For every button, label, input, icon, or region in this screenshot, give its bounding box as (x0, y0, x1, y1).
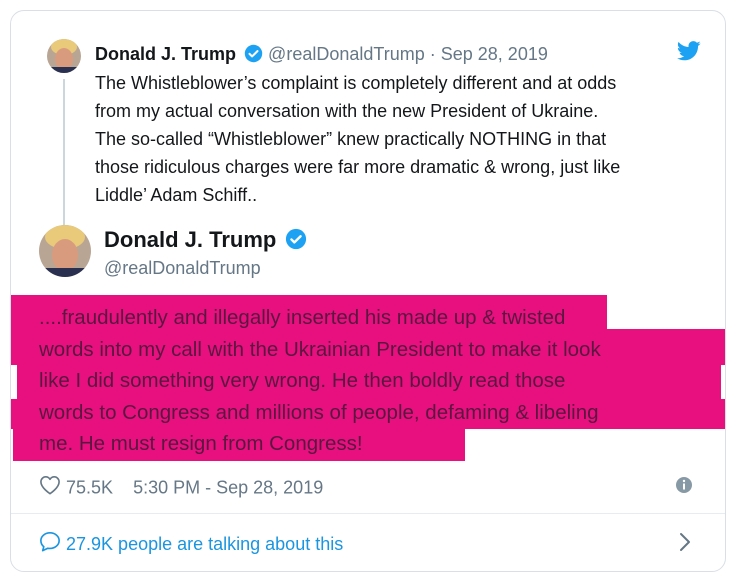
twitter-bird-icon[interactable] (676, 41, 701, 66)
body-line: words into my call with the Ukrainian Pr… (39, 337, 601, 361)
parent-header: Donald J. Trump @realDonaldTrump · Sep 2… (95, 43, 548, 68)
body-line: words to Congress and millions of people… (39, 400, 599, 424)
main-author-name[interactable]: Donald J. Trump (104, 227, 307, 256)
parent-avatar[interactable] (47, 39, 81, 73)
parent-line: The so-called “Whistleblower” knew pract… (95, 129, 607, 149)
divider (11, 513, 725, 514)
comment-bubble-icon (39, 532, 66, 556)
main-author-handle[interactable]: @realDonaldTrump (104, 257, 261, 279)
verified-badge-icon (285, 228, 307, 256)
verified-badge-icon (244, 44, 263, 68)
separator-dot: · (429, 44, 436, 64)
parent-date[interactable]: Sep 28, 2019 (441, 44, 548, 64)
main-avatar[interactable] (39, 225, 91, 277)
tweet-timestamp[interactable]: 5:30 PM - Sep 28, 2019 (133, 478, 323, 498)
parent-author-name[interactable]: Donald J. Trump (95, 44, 236, 64)
main-author-name-text: Donald J. Trump (104, 227, 277, 252)
parent-line: those ridiculous charges were far more d… (95, 157, 621, 177)
body-line: like I did something very wrong. He then… (39, 369, 566, 392)
talking-text: 27.9K people are talking about this (66, 534, 344, 554)
chevron-right-icon[interactable] (679, 532, 691, 557)
main-tweet-text: ....fraudulently and illegally inserted … (39, 302, 725, 460)
parent-line: from my actual conversation with the new… (95, 101, 599, 121)
talking-link[interactable]: 27.9K people are talking about this (39, 531, 343, 557)
parent-line: Liddle’ Adam Schiff.. (95, 185, 258, 205)
parent-tweet-text: The Whistleblower’s complaint is complet… (95, 69, 695, 209)
body-line: me. He must resign from Congress! (39, 432, 363, 455)
body-line: ....fraudulently and illegally inserted … (39, 306, 566, 329)
thread-line (63, 79, 65, 227)
info-icon[interactable] (675, 476, 693, 499)
like-count[interactable]: 75.5K (66, 478, 113, 498)
stats-row: 75.5K 5:30 PM - Sep 28, 2019 (39, 475, 323, 500)
parent-line: The Whistleblower’s complaint is complet… (95, 73, 617, 93)
tweet-embed-card: Donald J. Trump @realDonaldTrump · Sep 2… (10, 10, 726, 572)
heart-icon[interactable] (39, 476, 66, 499)
parent-author-handle[interactable]: @realDonaldTrump (268, 44, 425, 64)
